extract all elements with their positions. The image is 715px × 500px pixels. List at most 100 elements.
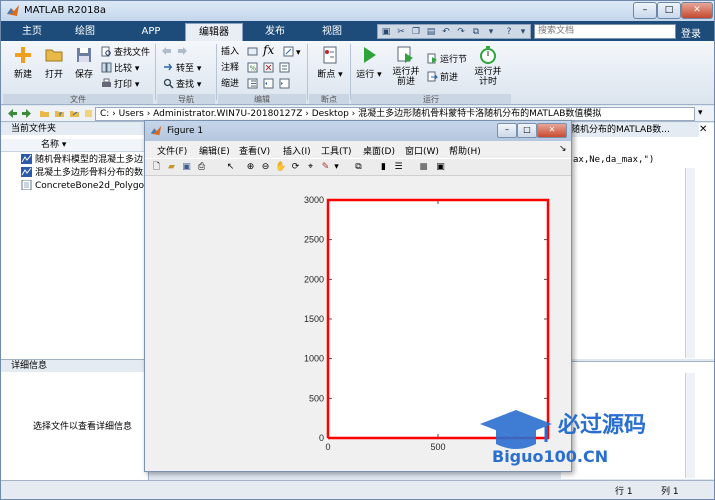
search-documentation-input[interactable]: 搜索文档 [534,24,676,39]
show-plot-tools-icon[interactable]: ▣ [435,162,446,173]
print-button[interactable]: 打印 ▾ [101,78,139,91]
file-item[interactable]: 混凝土多边形骨料分布的数 [21,167,147,179]
tab-view[interactable]: 视图 [309,23,355,41]
cut-icon[interactable]: ✂ [396,27,406,37]
redo-icon[interactable]: ↷ [456,27,466,37]
file-item[interactable]: 随机骨料模型的混凝土多边 [21,154,147,166]
pan-hand-icon[interactable]: ✋ [275,162,286,173]
tab-editor[interactable]: 编辑器 [185,23,243,41]
help-icon[interactable]: ? [504,27,514,37]
login-link[interactable]: 登录 [681,25,701,40]
name-column-header[interactable]: 名称 ▾ [1,139,149,152]
menu-file[interactable]: 文件(F) [157,144,187,157]
editor-file-tab[interactable]: 随机分布的MATLAB数... [571,123,699,137]
y-tick-label: 2500 [304,235,324,245]
back-arrow-icon[interactable] [7,108,18,119]
open-file-icon[interactable]: ▰ [166,162,177,173]
colorbar-icon[interactable]: ▮ [378,162,389,173]
print-icon[interactable]: ⎙ [196,162,207,173]
find-button[interactable]: 查找 ▾ [163,78,201,91]
insert-button[interactable]: 插入 [221,46,239,59]
run-button[interactable]: 运行 ▾ [355,45,383,80]
switch-window-icon[interactable]: ⧉ [471,27,481,37]
chevron-down-icon[interactable]: ▾ [518,27,528,37]
indent-icons[interactable] [247,78,292,91]
find-files-icon [101,46,111,57]
editor-scrollbar[interactable] [685,168,695,358]
root-folder-icon[interactable] [83,108,94,119]
browse-folder-icon[interactable] [69,108,80,119]
menu-window[interactable]: 窗口(W) [405,144,439,157]
dropdown-icon[interactable]: ▾ [486,27,496,37]
insert-function-button[interactable]: fx [263,44,274,57]
save-icon [77,48,91,62]
tab-plots[interactable]: 绘图 [65,23,105,41]
chevron-down-icon[interactable]: ▾ [331,162,342,173]
indent-button[interactable]: 缩进 [221,78,239,91]
ribbon-divider [216,44,217,100]
run-section-button[interactable]: 运行节 [427,53,467,66]
maximize-button[interactable]: □ [657,2,681,19]
biguo-watermark-logo: 必过源码 Biguo100.CN [480,410,646,466]
menu-desktop[interactable]: 桌面(D) [363,144,395,157]
save-icon[interactable]: ▣ [181,162,192,173]
menu-help[interactable]: 帮助(H) [449,144,481,157]
save-button[interactable]: 保存 [71,45,97,80]
menu-edit[interactable]: 编辑(E) [199,144,230,157]
goto-button[interactable]: 转至 ▾ [163,62,201,75]
insert-dropdown-icon[interactable] [247,46,260,59]
close-icon[interactable]: ✕ [699,124,707,135]
tab-home[interactable]: 主页 [11,23,53,41]
tab-publish[interactable]: 发布 [253,23,297,41]
find-files-button[interactable]: 查找文件 [101,46,150,59]
save-icon[interactable]: ▣ [381,27,391,37]
run-and-time-button[interactable]: 运行并 计时 [471,45,505,87]
forward-arrow-icon[interactable] [21,108,32,119]
group-label-navigate: 导航 [157,94,215,104]
undo-icon[interactable]: ↶ [441,27,451,37]
ribbon-divider [307,44,308,100]
figure-minimize-button[interactable]: – [497,123,517,138]
paste-icon[interactable]: ▤ [426,27,436,37]
back-forward-buttons[interactable] [161,46,190,59]
dock-arrow-icon[interactable]: ↘ [559,144,567,154]
hide-plot-tools-icon[interactable]: ■ [418,162,429,173]
menu-view[interactable]: 查看(V) [239,144,270,157]
close-button[interactable]: ✕ [681,2,713,19]
format-button[interactable]: ▾ [283,46,301,59]
figure-close-button[interactable]: ✕ [537,123,567,138]
svg-text:%: % [250,65,257,73]
advance-button[interactable]: 前进 [427,71,458,84]
rotate-3d-icon[interactable]: ⟳ [290,162,301,173]
open-button[interactable]: 打开 [41,45,67,80]
comment-icons[interactable]: % [247,62,292,75]
link-plot-icon[interactable]: ⧉ [353,162,364,173]
breakpoints-button[interactable]: 断点 ▾ [313,45,347,80]
brush-icon[interactable]: ✎ [320,162,331,173]
file-item[interactable]: ConcreteBone2d_Polygon [21,180,147,192]
status-row: 行 1 [615,487,633,497]
run-and-advance-button[interactable]: 运行并 前进 [389,45,423,87]
tab-apps[interactable]: APP [129,23,173,41]
folder-icon[interactable] [39,108,50,119]
minimize-button[interactable]: – [633,2,657,19]
back-arrow-icon [162,47,171,55]
legend-icon[interactable]: ☰ [393,162,404,173]
group-label-breakpoints: 断点 [309,94,349,104]
chevron-down-icon[interactable]: ▾ [698,108,703,118]
new-button[interactable]: 新建 [9,45,37,80]
zoom-out-icon[interactable]: ⊖ [260,162,271,173]
menu-tools[interactable]: 工具(T) [321,144,352,157]
current-folder-path[interactable]: C: › Users › Administrator.WIN7U-2018012… [95,107,695,121]
up-folder-icon[interactable] [54,108,65,119]
new-figure-icon[interactable]: 🗋 [151,162,162,173]
menu-insert[interactable]: 插入(I) [283,144,311,157]
pointer-icon[interactable]: ↖ [225,162,236,173]
copy-icon[interactable]: ❐ [411,27,421,37]
data-cursor-icon[interactable]: ⌖ [305,162,316,173]
comment-button[interactable]: 注释 [221,62,239,75]
zoom-in-icon[interactable]: ⊕ [245,162,256,173]
code-line[interactable]: ax,Ne,da_max,") [573,155,654,165]
figure-maximize-button[interactable]: □ [517,123,537,138]
compare-button[interactable]: 比较 ▾ [101,62,139,75]
